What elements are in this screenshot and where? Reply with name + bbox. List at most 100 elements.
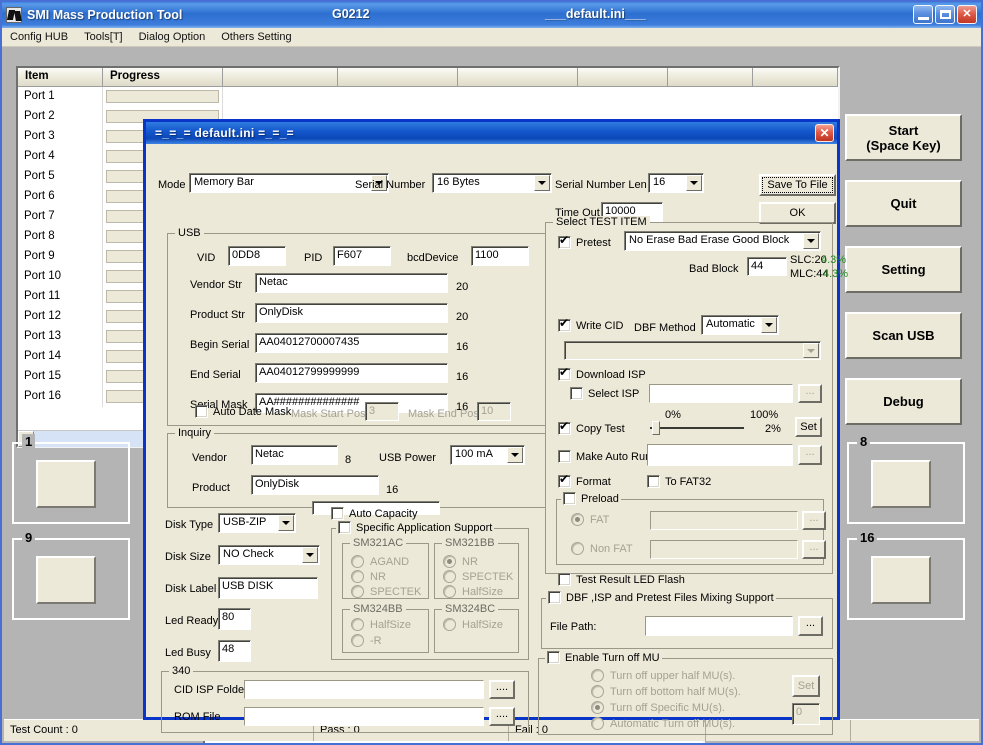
column-header-4[interactable] — [338, 68, 458, 86]
led-busy-input[interactable]: 48 — [218, 640, 251, 662]
sm324bc-halfsize-radio[interactable] — [443, 618, 456, 631]
pretest-checkbox[interactable] — [558, 234, 571, 249]
led-ready-input[interactable]: 80 — [218, 608, 251, 630]
inquiry-vendor-input[interactable]: Netac — [251, 445, 338, 465]
test-result-led-flash-checkbox[interactable] — [558, 573, 571, 586]
end-serial-input[interactable]: AA04012799999999 — [255, 363, 448, 383]
slot-indicator[interactable] — [36, 556, 96, 604]
column-header-7[interactable] — [668, 68, 753, 86]
select-isp-browse-button[interactable]: ... — [798, 384, 822, 403]
make-auto-run-browse-button[interactable]: ... — [798, 445, 822, 465]
turn-off-bottom-row[interactable]: Turn off bottom half MU(s). — [591, 685, 741, 698]
rom-file-input[interactable] — [244, 707, 484, 726]
copy-test-checkbox[interactable] — [558, 420, 571, 435]
make-auto-run-input[interactable] — [647, 444, 793, 466]
save-to-file-button[interactable]: Save To File — [759, 174, 836, 196]
setting-button[interactable]: Setting — [845, 246, 962, 293]
sm321bb-halfsize-row[interactable]: HalfSize — [443, 585, 503, 598]
slot-indicator[interactable] — [871, 556, 931, 604]
column-header-6[interactable] — [578, 68, 668, 86]
select-isp-input[interactable] — [649, 384, 793, 403]
chevron-down-icon[interactable] — [507, 447, 523, 463]
begin-serial-input[interactable]: AA04012700007435 — [255, 333, 448, 353]
drive-slot-16[interactable]: 16 — [847, 530, 965, 620]
file-path-browse-button[interactable]: ... — [798, 616, 823, 636]
file-path-input[interactable] — [645, 616, 793, 636]
sm321ac-agand-row[interactable]: AGAND — [351, 555, 409, 568]
bad-block-input[interactable]: 44 — [747, 257, 787, 276]
preload-fat-radio[interactable] — [571, 513, 584, 526]
rom-file-browse-button[interactable]: .... — [489, 707, 515, 726]
chevron-down-icon[interactable] — [278, 515, 294, 531]
sm321ac-spectek-radio[interactable] — [351, 585, 364, 598]
disk-type-select[interactable]: USB-ZIP — [218, 513, 296, 533]
make-auto-run-checkbox[interactable] — [558, 450, 571, 463]
sm321bb-nr-radio[interactable] — [443, 555, 456, 568]
serial-number-select[interactable]: 16 Bytes — [432, 173, 552, 193]
sm321bb-nr-row[interactable]: NR — [443, 555, 478, 568]
disk-size-select[interactable]: NO Check — [218, 545, 320, 565]
vendor-str-input[interactable]: Netac — [255, 273, 448, 293]
menu-dialog-option[interactable]: Dialog Option — [131, 30, 214, 44]
quit-button[interactable]: Quit — [845, 180, 962, 227]
sm324bc-halfsize-row[interactable]: HalfSize — [443, 618, 503, 631]
minimize-button[interactable] — [913, 5, 933, 24]
preload-fat-browse-button[interactable]: ... — [802, 511, 826, 530]
product-str-input[interactable]: OnlyDisk — [255, 303, 448, 323]
pid-input[interactable]: F607 — [333, 246, 391, 266]
column-header-8[interactable] — [753, 68, 838, 86]
sm321ac-spectek-row[interactable]: SPECTEK — [351, 585, 421, 598]
sm321ac-agand-radio[interactable] — [351, 555, 364, 568]
preload-row[interactable]: Preload — [561, 492, 621, 505]
make-auto-run-row[interactable]: Make Auto Run — [558, 450, 651, 463]
turn-off-specific-row[interactable]: Turn off Specific MU(s). — [591, 701, 725, 714]
select-isp-row[interactable]: Select ISP — [570, 387, 639, 400]
turn-off-automatic-radio[interactable] — [591, 717, 604, 730]
to-fat32-checkbox[interactable] — [647, 475, 660, 488]
to-fat32-row[interactable]: To FAT32 — [647, 475, 711, 488]
menu-tools[interactable]: Tools[T] — [76, 30, 131, 44]
download-isp-checkbox[interactable] — [558, 366, 571, 381]
write-cid-checkbox[interactable] — [558, 317, 571, 332]
sm321bb-spectek-radio[interactable] — [443, 570, 456, 583]
column-header-item[interactable]: Item — [18, 68, 103, 86]
disk-label-input[interactable]: USB DISK — [218, 577, 318, 599]
cid-isp-folder-input[interactable] — [244, 680, 484, 699]
mask-end-pos-input[interactable]: 10 — [477, 402, 511, 421]
start-button[interactable]: Start (Space Key) — [845, 114, 962, 161]
turn-off-mu-row[interactable]: Enable Turn off MU — [545, 651, 662, 664]
sm324bb-halfsize-row[interactable]: HalfSize — [351, 618, 411, 631]
close-button[interactable]: ✕ — [957, 5, 977, 24]
column-header-3[interactable] — [223, 68, 338, 86]
slider-track[interactable] — [650, 427, 744, 429]
auto-date-mask-checkbox[interactable] — [195, 405, 208, 418]
sm324bb-r-radio[interactable] — [351, 634, 364, 647]
slider-thumb[interactable] — [652, 421, 660, 435]
sm321bb-halfsize-radio[interactable] — [443, 585, 456, 598]
write-cid-row[interactable]: Write CID — [558, 317, 623, 332]
chevron-down-icon[interactable] — [761, 317, 777, 333]
drive-slot-8[interactable]: 8 — [847, 434, 965, 524]
preload-nonfat-row[interactable]: Non FAT — [571, 542, 633, 555]
sm321ac-nr-radio[interactable] — [351, 570, 364, 583]
bcddevice-input[interactable]: 1100 — [471, 246, 529, 266]
download-isp-row[interactable]: Download ISP — [558, 366, 646, 381]
sm324bb-r-row[interactable]: -R — [351, 634, 382, 647]
auto-date-mask-row[interactable]: Auto Date Mask — [195, 405, 291, 418]
auto-capacity-row[interactable]: Auto Capacity — [331, 507, 417, 520]
dbf-method-select[interactable]: Automatic — [701, 315, 779, 335]
turn-off-upper-row[interactable]: Turn off upper half MU(s). — [591, 669, 735, 682]
debug-button[interactable]: Debug — [845, 378, 962, 425]
mixing-support-checkbox[interactable] — [548, 591, 561, 604]
format-checkbox[interactable] — [558, 473, 571, 488]
sm321ac-nr-row[interactable]: NR — [351, 570, 386, 583]
slot-indicator[interactable] — [871, 460, 931, 508]
drive-slot-9[interactable]: 9 — [12, 530, 130, 620]
chevron-down-icon[interactable] — [803, 343, 819, 358]
mask-start-pos-input[interactable]: 3 — [365, 402, 399, 421]
preload-nonfat-radio[interactable] — [571, 542, 584, 555]
chevron-down-icon[interactable] — [302, 547, 318, 563]
sm321bb-spectek-row[interactable]: SPECTEK — [443, 570, 513, 583]
chevron-down-icon[interactable] — [686, 175, 702, 191]
test-result-led-flash-row[interactable]: Test Result LED Flash — [558, 573, 685, 586]
